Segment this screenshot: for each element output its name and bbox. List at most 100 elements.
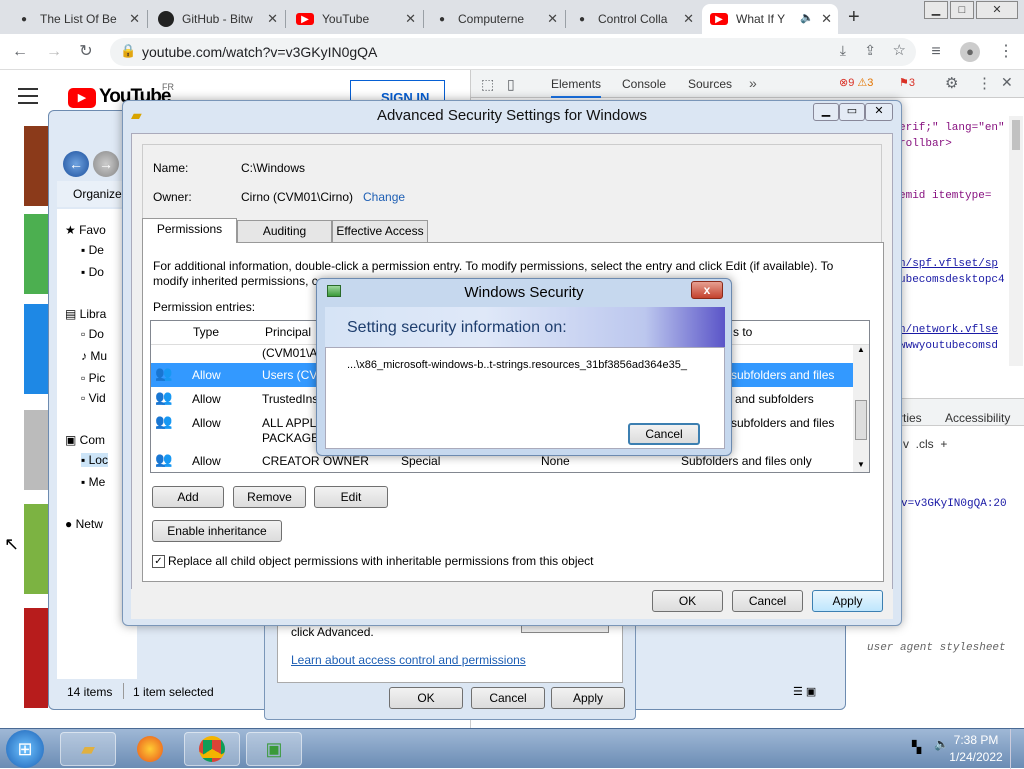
more-tabs-icon[interactable]: » [749,75,757,91]
tab-auditing[interactable]: Auditing [237,220,332,242]
column-header-type[interactable]: Type [193,325,219,339]
nav-network[interactable]: ● Netw [65,517,103,531]
profile-avatar-icon[interactable]: ● [960,42,980,62]
tab-youtube[interactable]: ▶ YouTube ✕ [288,4,422,34]
tab-effective-access[interactable]: Effective Access [332,220,428,242]
close-tab-icon[interactable]: ✕ [267,11,278,27]
tab-computernewb[interactable]: ● Computerne ✕ [426,4,564,34]
reload-icon[interactable]: ↻ [76,42,96,62]
network-tray-icon[interactable]: ▚ [912,740,921,754]
devtools-tab-console[interactable]: Console [622,77,666,91]
styles-tab-properties[interactable]: rties [899,411,922,425]
remove-button[interactable]: Remove [233,486,306,508]
video-thumbnail-strip [24,126,48,726]
media-queue-icon[interactable]: ≡ [926,42,946,62]
apply-button[interactable]: Apply [812,590,883,612]
explorer-taskbar-icon[interactable]: ▰ [60,732,116,766]
kebab-menu-icon[interactable]: ⋮ [996,42,1016,62]
organize-button[interactable]: Organize [73,187,122,201]
devtools-tab-elements[interactable]: Elements [551,77,602,98]
new-tab-button[interactable]: + [848,6,860,29]
devtools-tab-sources[interactable]: Sources [688,77,732,91]
nav-favorites[interactable]: ★ Favo [65,223,106,237]
clock-date[interactable]: 1/24/2022 [946,750,1006,764]
minimize-icon[interactable]: ▁ [813,103,839,121]
cancel-button[interactable]: Cancel [628,423,700,445]
share-icon[interactable]: ⇪ [864,42,876,59]
error-count-badge[interactable]: ⊗9 ⚠3 [839,76,873,89]
close-window-button[interactable]: ✕ [976,1,1018,19]
address-bar[interactable]: 🔒 youtube.com/watch?v=v3GKyIN0gQA ⤓ ⇪ ☆ [110,38,916,66]
back-arrow-icon[interactable]: ← [63,151,89,177]
vertical-scrollbar[interactable]: ▲ ▼ [853,345,869,472]
close-tab-icon[interactable]: ✕ [547,11,558,27]
nav-media[interactable]: ▪ Me [81,475,105,489]
nav-libraries[interactable]: ▤ Libra [65,307,106,321]
ok-button[interactable]: OK [652,590,723,612]
nav-computer[interactable]: ▣ Com [65,433,105,447]
forward-arrow-icon[interactable]: → [93,151,119,177]
security-taskbar-icon[interactable]: ▣ [246,732,302,766]
show-desktop-button[interactable] [1010,729,1024,769]
gear-icon[interactable]: ⚙ [945,74,958,92]
styles-tab-accessibility[interactable]: Accessibility [945,411,1010,425]
kebab-menu-icon[interactable]: ⋮ [977,74,992,92]
device-toolbar-icon[interactable]: ▯ [507,76,515,93]
close-devtools-icon[interactable]: ✕ [1001,74,1013,91]
column-header-applies-to[interactable]: s to [733,325,752,339]
access-control-help-link[interactable]: Learn about access control and permissio… [291,653,526,667]
hamburger-menu-icon[interactable] [18,88,38,104]
tab-list-of-best[interactable]: ● The List Of Be ✕ [8,4,146,34]
url-text[interactable]: youtube.com/watch?v=v3GKyIN0gQA [142,44,377,60]
bookmark-star-icon[interactable]: ☆ [893,41,906,59]
nav-local-disk[interactable]: ▪ Loc [81,453,108,467]
speaker-icon[interactable]: 🔈 [800,11,814,24]
cancel-button[interactable]: Cancel [732,590,803,612]
change-owner-link[interactable]: Change [363,190,405,204]
nav-downloads[interactable]: ▪ Do [81,265,104,279]
back-arrow-icon[interactable]: ← [10,42,30,62]
maximize-icon[interactable]: ▭ [839,103,865,121]
ok-button[interactable]: OK [389,687,463,709]
close-tab-icon[interactable]: ✕ [821,11,832,27]
inspect-icon[interactable]: ⬚ [481,76,494,93]
chrome-taskbar-icon[interactable] [184,732,240,766]
add-button[interactable]: Add [152,486,224,508]
tab-github[interactable]: GitHub - Bitw ✕ [150,4,284,34]
column-header-principal[interactable]: Principal [265,325,311,339]
forward-arrow-icon[interactable]: → [44,42,64,62]
install-icon[interactable]: ⤓ [840,42,846,59]
close-tab-icon[interactable]: ✕ [683,11,694,27]
replace-permissions-checkbox[interactable]: ✓ [152,555,165,568]
details-view-icon[interactable]: ☰ ▣ [793,685,816,698]
tab-label: Computerne [458,12,525,26]
youtube-logo-icon[interactable]: ▶ [68,88,96,108]
edit-button[interactable]: Edit [314,486,388,508]
maximize-window-button[interactable]: □ [950,1,974,19]
code-link[interactable]: n/network.vflse [899,324,998,336]
tab-what-if-active[interactable]: ▶ What If Y 🔈 ✕ [702,4,838,34]
tab-control-collab[interactable]: ● Control Colla ✕ [566,4,700,34]
clock-time[interactable]: 7:38 PM [946,733,1006,747]
close-tab-icon[interactable]: ✕ [405,11,416,27]
enable-inheritance-button[interactable]: Enable inheritance [152,520,282,542]
nav-documents[interactable]: ▫ Do [81,327,104,341]
nav-music[interactable]: ♪ Mu [81,349,107,363]
close-tab-icon[interactable]: ✕ [129,11,140,27]
start-button-icon[interactable]: ⊞ [6,730,44,768]
tab-label: GitHub - Bitw [182,12,253,26]
apply-button[interactable]: Apply [551,687,625,709]
nav-desktop[interactable]: ▪ De [81,243,104,257]
nav-pictures[interactable]: ▫ Pic [81,371,105,385]
minimize-window-button[interactable]: ▁ [924,1,948,19]
cancel-button[interactable]: Cancel [471,687,545,709]
code-link[interactable]: n/spf.vflset/sp [899,258,998,270]
firefox-taskbar-icon[interactable] [122,732,178,766]
dialog-title: Windows Security [464,284,584,301]
nav-videos[interactable]: ▫ Vid [81,391,106,405]
styles-filter-controls[interactable]: v .cls + [903,437,947,451]
close-icon[interactable]: ✕ [865,103,893,121]
issues-count-badge[interactable]: ⚑3 [899,76,915,89]
tab-permissions[interactable]: Permissions [142,218,237,243]
close-button[interactable]: x [691,281,723,299]
